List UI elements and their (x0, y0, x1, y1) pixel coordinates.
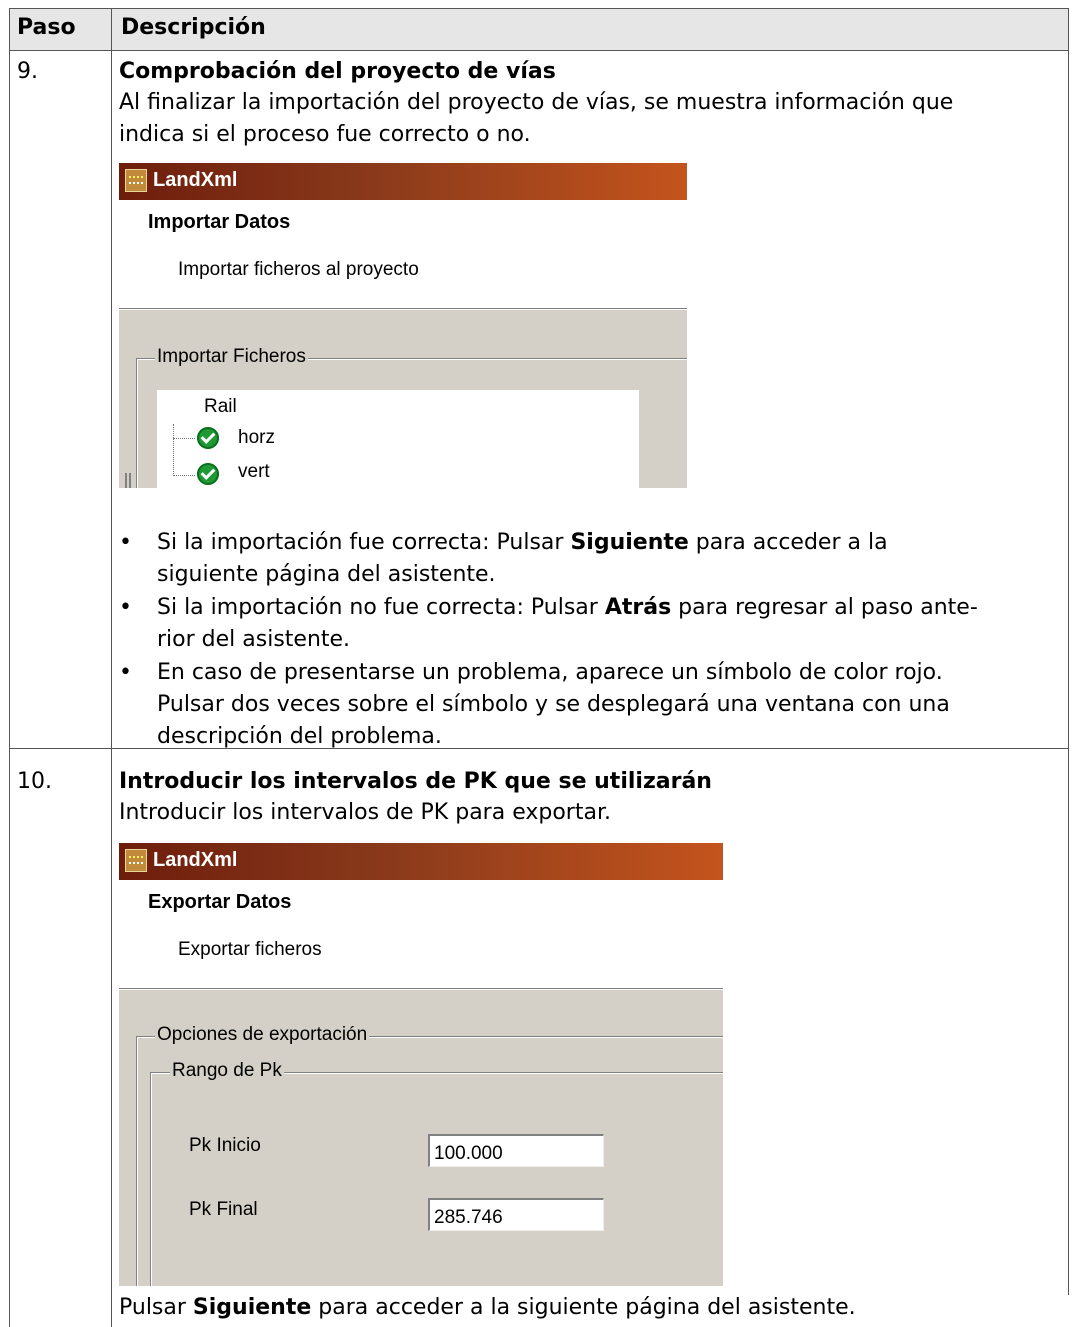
step-9-intro-line2: indica si el proceso fue correcto o no. (119, 122, 531, 147)
table-border-right (1068, 8, 1069, 1295)
step-10-number: 10. (17, 769, 52, 794)
table-border-left (9, 8, 10, 1327)
tree-item-horz[interactable]: horz (238, 427, 275, 449)
pk-start-input[interactable] (428, 1134, 604, 1167)
bullet-text: Si la importación no fue correcta: Pulsa… (157, 592, 1057, 656)
bullet-text-part: descripción del problema. (157, 724, 442, 749)
separator-highlight (119, 989, 723, 990)
tree-item-vert[interactable]: vert (238, 461, 270, 483)
pk-end-input[interactable] (428, 1198, 604, 1231)
title-bar: LandXml (119, 163, 687, 200)
table-column-divider (111, 8, 112, 1327)
step-9-title: Comprobación del proyecto de vías (119, 59, 556, 84)
footer-text-part: Pulsar (119, 1295, 193, 1320)
bullet-dot: • (119, 660, 132, 685)
pk-start-label: Pk Inicio (189, 1135, 261, 1156)
landxml-app-icon (125, 169, 147, 192)
bullet-dot: • (119, 530, 132, 555)
group-label: Importar Ficheros (155, 346, 308, 368)
import-screenshot: LandXml Importar Datos Importar ficheros… (119, 163, 687, 488)
app-title: LandXml (153, 849, 238, 871)
check-icon (197, 427, 219, 449)
tree-root-rail[interactable]: Rail (204, 396, 237, 418)
bullet-text-part: Si la importación fue correcta: Pulsar (157, 530, 571, 555)
tree-connector (173, 475, 195, 477)
tree-connector (173, 424, 175, 476)
step-9-intro-line1: Al finalizar la importación del proyecto… (119, 90, 954, 115)
header-step: Paso (17, 15, 76, 40)
wizard-title: Importar Datos (148, 211, 291, 233)
bullet-text-part: siguiente página del asistente. (157, 562, 496, 587)
window-edge (125, 473, 127, 488)
pk-end-label: Pk Final (189, 1199, 258, 1220)
siguiente-emphasis: Siguiente (192, 1295, 312, 1320)
landxml-app-icon (125, 849, 147, 872)
title-bar: LandXml (119, 843, 723, 880)
bullet-text-part: para acceder a la (688, 530, 888, 555)
bullet-text-part: En caso de presentarse un problema, apar… (157, 660, 943, 685)
window-edge (129, 473, 131, 488)
step-10-intro: Introducir los intervalos de PK para exp… (119, 800, 611, 825)
bullet-dot: • (119, 595, 132, 620)
app-title: LandXml (153, 169, 238, 191)
tree-connector (173, 438, 195, 440)
step-9-number: 9. (17, 59, 38, 84)
bullet-text: Si la importación fue correcta: Pulsar S… (157, 527, 1057, 591)
step-10-title: Introducir los intervalos de PK que se u… (119, 769, 712, 794)
step-10-footer: Pulsar Siguiente para acceder a la sigui… (119, 1292, 856, 1324)
group-label: Opciones de exportación (155, 1024, 370, 1046)
wizard-subtitle: Importar ficheros al proyecto (178, 259, 419, 280)
footer-text-part: para acceder a la siguiente página del a… (311, 1295, 856, 1320)
check-icon (197, 463, 219, 485)
separator-highlight (119, 309, 687, 310)
bullet-text-part: Pulsar dos veces sobre el símbolo y se d… (157, 692, 950, 717)
pk-range-group (150, 1072, 723, 1286)
import-tree: Rail horz vert (157, 390, 639, 488)
wizard-subtitle: Exportar ficheros (178, 939, 322, 960)
wizard-title: Exportar Datos (148, 891, 292, 913)
atras-emphasis: Atrás (604, 595, 672, 620)
header-description: Descripción (121, 15, 266, 40)
bullet-text-part: rior del asistente. (157, 627, 351, 652)
export-screenshot: LandXml Exportar Datos Exportar ficheros… (119, 843, 723, 1286)
bullet-text-part: Si la importación no fue correcta: Pulsa… (157, 595, 605, 620)
siguiente-emphasis: Siguiente (570, 530, 689, 555)
bullet-text: En caso de presentarse un problema, apar… (157, 657, 1057, 753)
bullet-text-part: para regresar al paso ante- (671, 595, 978, 620)
subgroup-label: Rango de Pk (170, 1060, 284, 1082)
document-page: Paso Descripción 9. Comprobación del pro… (0, 0, 1072, 1327)
